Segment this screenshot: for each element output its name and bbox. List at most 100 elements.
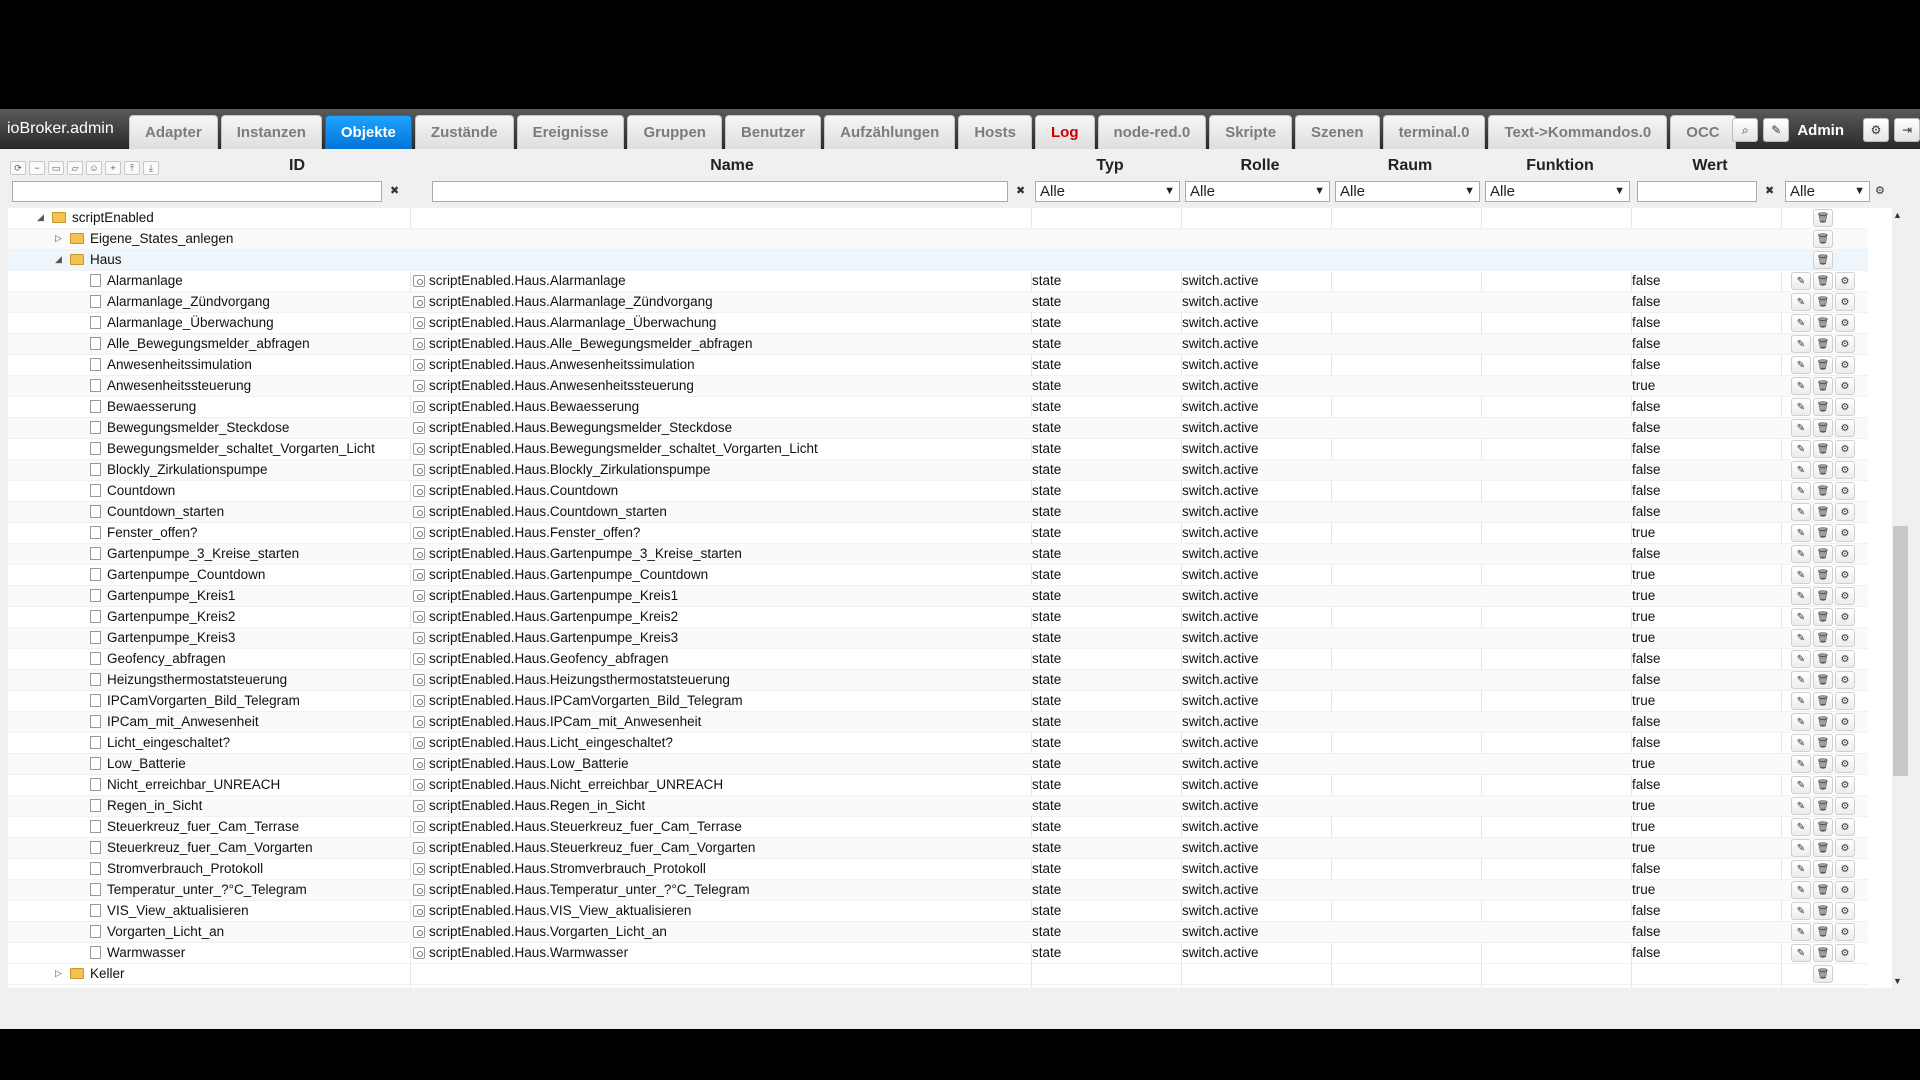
row-wert[interactable]: false [1632, 504, 1661, 519]
row-wert[interactable]: true [1632, 756, 1655, 771]
edit-button[interactable]: ✎ [1791, 797, 1811, 815]
settings-button[interactable]: ⚙ [1835, 545, 1855, 563]
table-row[interactable]: Stromverbrauch_Protokoll scriptEnabled.Ha… [8, 859, 1868, 880]
settings-button[interactable]: ⚙ [1835, 839, 1855, 857]
gear-icon[interactable]: ⚙ [1875, 184, 1885, 197]
settings-button[interactable]: ⚙ [1835, 692, 1855, 710]
edit-button[interactable]: ✎ [1791, 818, 1811, 836]
table-row[interactable]: Bewegungsmelder_schaltet_Vorgarten_Licht… [8, 439, 1868, 460]
delete-button[interactable]: 🗑 [1813, 923, 1833, 941]
settings-button[interactable]: ⚙ [1835, 272, 1855, 290]
row-wert[interactable]: false [1632, 777, 1661, 792]
row-wert[interactable]: true [1632, 798, 1655, 813]
edit-button[interactable]: ✎ [1791, 272, 1811, 290]
edit-button[interactable]: ✎ [1791, 356, 1811, 374]
funktion-filter-select[interactable]: Alle ▼ [1485, 181, 1630, 202]
delete-button[interactable]: 🗑 [1813, 692, 1833, 710]
tab-log[interactable]: Log [1035, 115, 1095, 149]
tab-aufz-hlungen[interactable]: Aufzählungen [824, 115, 956, 149]
table-row[interactable]: Heizungsthermostatsteuerung scriptEnabled… [8, 670, 1868, 691]
delete-button[interactable]: 🗑 [1813, 419, 1833, 437]
row-wert[interactable]: false [1632, 714, 1661, 729]
delete-button[interactable]: 🗑 [1813, 818, 1833, 836]
edit-button[interactable]: ✎ [1791, 839, 1811, 857]
delete-button[interactable]: 🗑 [1813, 860, 1833, 878]
scroll-down-icon[interactable]: ▼ [1893, 976, 1902, 986]
tree-row-folder[interactable]: ▷ Eigene_States_anlegen 🗑 [8, 229, 1868, 250]
settings-button[interactable]: ⚙ [1835, 650, 1855, 668]
edit-button[interactable]: ✎ [1791, 776, 1811, 794]
settings-button[interactable]: ⚙ [1835, 755, 1855, 773]
delete-button[interactable]: 🗑 [1813, 902, 1833, 920]
row-wert[interactable]: false [1632, 273, 1661, 288]
table-row[interactable]: Blockly_Zirkulationspumpe scriptEnabled.H… [8, 460, 1868, 481]
edit-button[interactable]: ✎ [1791, 440, 1811, 458]
tab-objekte[interactable]: Objekte [324, 115, 412, 149]
delete-button[interactable]: 🗑 [1813, 461, 1833, 479]
edit-button[interactable]: ✎ [1791, 881, 1811, 899]
tab-ereignisse[interactable]: Ereignisse [516, 115, 625, 149]
tab-gruppen[interactable]: Gruppen [627, 115, 722, 149]
settings-button[interactable]: ⚙ [1835, 566, 1855, 584]
tab-occ[interactable]: OCC [1670, 115, 1736, 149]
settings-button[interactable]: ⚙ [1835, 629, 1855, 647]
logout-button[interactable]: ⇥ [1894, 118, 1920, 142]
row-wert[interactable]: false [1632, 399, 1661, 414]
edit-button[interactable]: ✎ [1791, 734, 1811, 752]
edit-button[interactable]: ✎ [1791, 650, 1811, 668]
delete-button[interactable]: 🗑 [1813, 797, 1833, 815]
tab-hosts[interactable]: Hosts [958, 115, 1032, 149]
edit-button[interactable]: ✎ [1791, 503, 1811, 521]
delete-button[interactable]: 🗑 [1813, 272, 1833, 290]
row-wert[interactable]: false [1632, 651, 1661, 666]
delete-button[interactable]: 🗑 [1813, 398, 1833, 416]
delete-button[interactable]: 🗑 [1813, 776, 1833, 794]
row-wert[interactable]: false [1632, 903, 1661, 918]
tree-row-folder[interactable]: ◢ Haus 🗑 [8, 250, 1868, 271]
settings-button[interactable]: ⚙ [1835, 713, 1855, 731]
table-row[interactable]: Countdown scriptEnabled.Haus.Countdown sta… [8, 481, 1868, 502]
edit-button[interactable]: ✎ [1791, 902, 1811, 920]
expanded-icon[interactable]: ◢ [55, 254, 62, 265]
table-row[interactable]: Gartenpumpe_Countdown scriptEnabled.Haus.… [8, 565, 1868, 586]
table-row[interactable]: Gartenpumpe_Kreis2 scriptEnabled.Haus.Gar… [8, 607, 1868, 628]
table-row[interactable]: Anwesenheitssimulation scriptEnabled.Haus… [8, 355, 1868, 376]
row-wert[interactable]: false [1632, 945, 1661, 960]
wert-filter-input[interactable] [1637, 181, 1757, 202]
table-row[interactable]: Regen_in_Sicht scriptEnabled.Haus.Regen_i… [8, 796, 1868, 817]
delete-button[interactable]: 🗑 [1813, 566, 1833, 584]
delete-button[interactable]: 🗑 [1813, 314, 1833, 332]
settings-button[interactable]: ⚙ [1835, 587, 1855, 605]
delete-button[interactable]: 🗑 [1813, 209, 1833, 227]
edit-button[interactable]: ✎ [1791, 419, 1811, 437]
edit-button[interactable]: ✎ [1791, 608, 1811, 626]
delete-button[interactable]: 🗑 [1813, 524, 1833, 542]
tab-instanzen[interactable]: Instanzen [220, 115, 322, 149]
table-row[interactable]: IPCam_mit_Anwesenheit scriptEnabled.Haus.… [8, 712, 1868, 733]
row-wert[interactable]: true [1632, 819, 1655, 834]
row-wert[interactable]: true [1632, 567, 1655, 582]
tab-adapter[interactable]: Adapter [129, 115, 218, 149]
table-row[interactable]: Alle_Bewegungsmelder_abfragen scriptEnabl… [8, 334, 1868, 355]
tab-node-red-0[interactable]: node-red.0 [1097, 115, 1207, 149]
settings-button[interactable]: ⚙ [1835, 881, 1855, 899]
edit-button[interactable]: ✎ [1791, 713, 1811, 731]
row-wert[interactable]: false [1632, 861, 1661, 876]
delete-button[interactable]: 🗑 [1813, 293, 1833, 311]
settings-button[interactable]: ⚙ [1835, 608, 1855, 626]
settings-button[interactable]: ⚙ [1835, 503, 1855, 521]
scrollbar-thumb[interactable] [1893, 526, 1908, 776]
collapsed-icon[interactable]: ▷ [55, 233, 62, 244]
table-row[interactable]: Bewaesserung scriptEnabled.Haus.Bewaesser… [8, 397, 1868, 418]
table-row[interactable]: IPCamVorgarten_Bild_Telegram scriptEnable… [8, 691, 1868, 712]
edit-button[interactable]: ✎ [1791, 335, 1811, 353]
table-row[interactable]: Nicht_erreichbar_UNREACH scriptEnabled.Ha… [8, 775, 1868, 796]
row-wert[interactable]: false [1632, 483, 1661, 498]
search-button[interactable]: ⌕ [1732, 118, 1759, 142]
settings-button[interactable]: ⚙ [1835, 860, 1855, 878]
typ-filter-select[interactable]: Alle ▼ [1035, 181, 1180, 202]
table-row[interactable]: Licht_eingeschaltet? scriptEnabled.Haus.L… [8, 733, 1868, 754]
edit-button[interactable]: ✎ [1791, 671, 1811, 689]
tab-skripte[interactable]: Skripte [1209, 115, 1293, 149]
row-wert[interactable]: false [1632, 924, 1661, 939]
